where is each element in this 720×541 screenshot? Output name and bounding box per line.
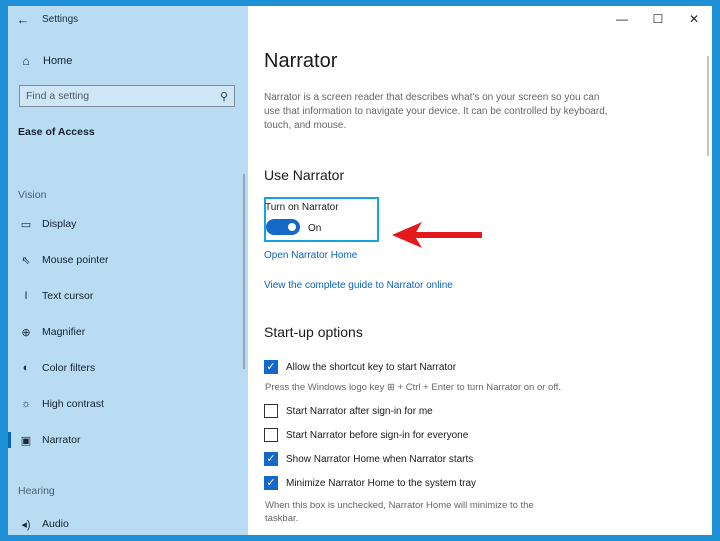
section-title: Ease of Access [18, 126, 95, 138]
option-label: Minimize Narrator Home to the system tra… [286, 477, 477, 489]
color-filters-icon: ◐ [22, 362, 30, 374]
mouse-pointer-icon: ⇖ [21, 254, 31, 267]
checkbox[interactable] [264, 404, 278, 418]
sidebar-item-label: Magnifier [42, 326, 86, 338]
main-scrollbar[interactable] [707, 56, 709, 156]
tray-hint-line2: taskbar. [265, 513, 299, 524]
toggle-label: Turn on Narrator [265, 202, 339, 213]
settings-window: ← Settings ⌂ Home ⚲ Ease of Access Visio… [8, 6, 712, 535]
option-shortcut-key[interactable]: ✓ Allow the shortcut key to start Narrat… [264, 360, 456, 374]
sidebar: ← Settings ⌂ Home ⚲ Ease of Access Visio… [8, 6, 248, 535]
option-label: Show Narrator Home when Narrator starts [286, 453, 474, 465]
nav-home[interactable]: ⌂ Home [8, 50, 248, 72]
audio-icon: ◂) [21, 518, 31, 531]
option-before-sign-in[interactable]: Start Narrator before sign-in for everyo… [264, 428, 468, 442]
startup-options-heading: Start-up options [264, 324, 363, 340]
group-label-hearing: Hearing [18, 485, 55, 497]
sidebar-item-label: Mouse pointer [42, 254, 109, 266]
sidebar-item-magnifier[interactable]: ⊕ Magnifier [8, 320, 248, 344]
back-arrow-icon[interactable]: ← [8, 6, 38, 32]
sidebar-item-label: Text cursor [42, 290, 94, 302]
sidebar-item-label: Narrator [42, 434, 81, 446]
sidebar-item-text-cursor[interactable]: I Text cursor [8, 284, 248, 308]
sidebar-item-display[interactable]: ▭ Display [8, 212, 248, 236]
checkbox[interactable]: ✓ [264, 476, 278, 490]
home-icon: ⌂ [22, 54, 30, 68]
sidebar-item-color-filters[interactable]: ◐ Color filters [8, 356, 248, 380]
sidebar-item-label: Color filters [42, 362, 96, 374]
checkbox[interactable] [264, 428, 278, 442]
toggle-state: On [308, 223, 322, 234]
close-icon[interactable]: ✕ [676, 6, 712, 32]
app-title: Settings [42, 13, 79, 25]
group-label-vision: Vision [18, 189, 47, 201]
high-contrast-icon: ☼ [20, 398, 32, 410]
title-bar: ← Settings [8, 6, 248, 32]
minimize-icon[interactable]: — [604, 6, 640, 32]
tray-hint-line1: When this box is unchecked, Narrator Hom… [265, 500, 534, 511]
open-narrator-home-link[interactable]: Open Narrator Home [264, 250, 357, 261]
option-minimize-tray[interactable]: ✓ Minimize Narrator Home to the system t… [264, 476, 476, 490]
sidebar-item-narrator[interactable]: ▣ Narrator [8, 428, 248, 452]
use-narrator-heading: Use Narrator [264, 167, 345, 183]
red-arrow-icon [392, 222, 482, 248]
sidebar-item-audio[interactable]: ◂) Audio [8, 512, 248, 535]
sidebar-item-label: Audio [42, 518, 69, 530]
search-icon[interactable]: ⚲ [220, 90, 228, 103]
maximize-icon[interactable]: ☐ [640, 6, 676, 32]
window-controls: — ☐ ✕ [604, 6, 712, 32]
text-cursor-icon: I [24, 290, 28, 302]
toggle-knob [288, 223, 296, 231]
narrator-guide-link[interactable]: View the complete guide to Narrator onli… [264, 280, 453, 291]
page-title: Narrator [264, 50, 338, 72]
sidebar-item-mouse-pointer[interactable]: ⇖ Mouse pointer [8, 248, 248, 272]
main-content: — ☐ ✕ Narrator Narrator is a screen read… [248, 6, 712, 535]
red-arrow-annotation [392, 222, 482, 248]
narrator-icon: ▣ [20, 434, 32, 447]
option-label: Allow the shortcut key to start Narrator [286, 361, 457, 373]
page-description: Narrator is a screen reader that describ… [264, 92, 608, 131]
search-input[interactable] [26, 90, 220, 102]
shortcut-hint: Press the Windows logo key ⊞ + Ctrl + En… [265, 382, 562, 393]
sidebar-scrollbar[interactable] [243, 174, 245, 369]
option-label: Start Narrator after sign-in for me [286, 405, 433, 417]
checkbox[interactable]: ✓ [264, 360, 278, 374]
search-box[interactable]: ⚲ [19, 85, 235, 107]
nav-home-label: Home [43, 55, 73, 67]
display-icon: ▭ [20, 218, 32, 231]
option-label: Start Narrator before sign-in for everyo… [286, 429, 469, 441]
sidebar-item-high-contrast[interactable]: ☼ High contrast [8, 392, 248, 416]
option-show-home[interactable]: ✓ Show Narrator Home when Narrator start… [264, 452, 473, 466]
magnifier-icon: ⊕ [21, 326, 31, 339]
sidebar-item-label: Display [42, 218, 77, 230]
sidebar-item-label: High contrast [42, 398, 104, 410]
checkbox[interactable]: ✓ [264, 452, 278, 466]
option-after-sign-in[interactable]: Start Narrator after sign-in for me [264, 404, 433, 418]
narrator-toggle[interactable] [266, 219, 300, 235]
